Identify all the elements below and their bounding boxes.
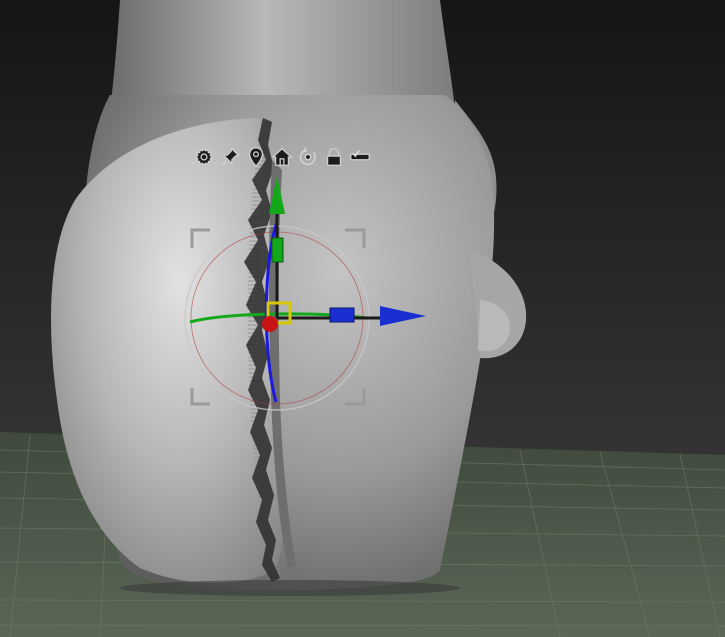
pivot-point[interactable] [262,316,278,332]
location-icon[interactable] [244,145,268,169]
3d-viewport[interactable] [0,0,725,637]
x-axis-scale-handle[interactable] [329,307,355,323]
pin-icon[interactable] [218,145,242,169]
y-axis-scale-handle[interactable] [271,237,284,263]
gizmo-toolbar [192,144,372,170]
gear-icon[interactable] [192,145,216,169]
toggle-icon[interactable] [348,145,372,169]
scene-canvas[interactable] [0,0,725,637]
reset-icon[interactable] [296,145,320,169]
home-icon[interactable] [270,145,294,169]
lock-icon[interactable] [322,145,346,169]
